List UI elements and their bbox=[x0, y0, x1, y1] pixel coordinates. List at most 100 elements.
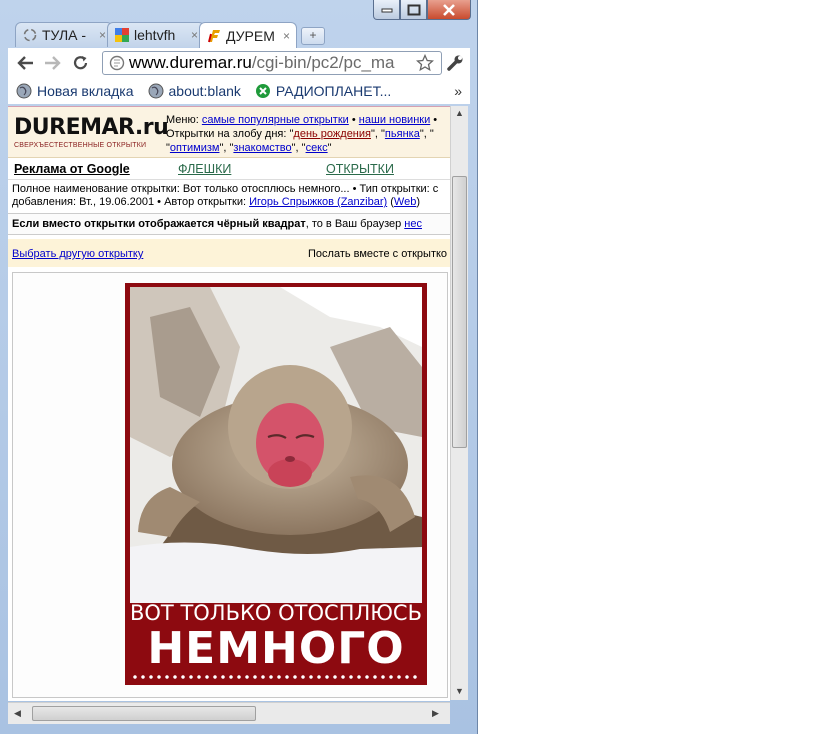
topic-sep: ", " bbox=[419, 128, 434, 140]
nav-ads-link[interactable]: Реклама от Google bbox=[14, 162, 130, 176]
postcard-image[interactable]: ВОТ ТОЛЬКО ОТОСПЛЮСЬ НЕМНОГО bbox=[125, 283, 427, 685]
site-header: DUREMAR.ru СВЕРХЪЕСТЕСТВЕННЫЕ ОТКРЫТКИ М… bbox=[8, 107, 450, 158]
star-icon bbox=[416, 54, 434, 72]
menu-separator: • bbox=[351, 114, 356, 126]
new-tab-button[interactable]: + bbox=[301, 27, 325, 45]
tab-close-icon[interactable]: × bbox=[191, 28, 198, 42]
tab-lehtvfh[interactable]: lehtvfh × bbox=[107, 22, 205, 47]
horizontal-scroll-thumb[interactable] bbox=[32, 706, 256, 721]
vertical-scrollbar[interactable]: ▲ ▼ bbox=[450, 106, 468, 700]
bookmark-label: about:blank bbox=[168, 83, 241, 99]
menu-separator: • bbox=[433, 114, 438, 126]
topic-optimism-link[interactable]: оптимизм bbox=[170, 142, 220, 154]
flash-warning: Если вместо открытки отображается чёрный… bbox=[8, 213, 450, 235]
nav-flash-link[interactable]: ФЛЕШКИ bbox=[178, 162, 231, 176]
horizontal-scrollbar[interactable]: ◀ ▶ bbox=[8, 702, 450, 724]
minimize-button[interactable] bbox=[373, 0, 400, 20]
paren-open: ( bbox=[387, 196, 394, 208]
tab-tula[interactable]: ТУЛА - × bbox=[15, 22, 113, 47]
tab-duremar[interactable]: ДУРЕМ × bbox=[199, 22, 297, 48]
send-with-card-label: Послать вместе с открытко bbox=[308, 248, 448, 260]
card-caption-top: ВОТ ТОЛЬКО ОТОСПЛЮСЬ bbox=[130, 601, 422, 625]
warning-bold: Если вместо открытки отображается чёрный… bbox=[12, 218, 306, 230]
bookmark-label: Новая вкладка bbox=[37, 83, 134, 99]
topic-sep: ", " bbox=[291, 142, 306, 154]
bookmark-about-blank[interactable]: about:blank bbox=[148, 83, 241, 99]
topic-drunk-link[interactable]: пьянка bbox=[385, 128, 420, 140]
author-link[interactable]: Игорь Спрыжков (Zanzibar) bbox=[249, 196, 387, 208]
card-caption-main: НЕМНОГО bbox=[147, 623, 405, 674]
bookmark-new-tab[interactable]: Новая вкладка bbox=[16, 83, 134, 99]
page-icon bbox=[109, 55, 125, 71]
window-controls bbox=[373, 0, 471, 20]
card-container: ВОТ ТОЛЬКО ОТОСПЛЮСЬ НЕМНОГО bbox=[12, 272, 448, 698]
scroll-down-arrow-icon[interactable]: ▼ bbox=[455, 686, 464, 696]
scroll-up-arrow-icon[interactable]: ▲ bbox=[455, 108, 464, 118]
card-dots-border bbox=[131, 675, 421, 679]
back-arrow-icon bbox=[17, 56, 33, 70]
tab-label: lehtvfh bbox=[134, 27, 176, 43]
card-date: добавления: Вт., 19.06.2001 • Автор откр… bbox=[12, 196, 250, 208]
bookmarks-overflow-button[interactable]: » bbox=[454, 83, 462, 99]
site-menu: Меню: самые популярные открытки • наши н… bbox=[166, 113, 437, 155]
topic-sep: ", " bbox=[371, 128, 385, 140]
bookmark-star-button[interactable] bbox=[414, 52, 436, 74]
vertical-scroll-thumb[interactable] bbox=[452, 176, 467, 448]
topic-dating-link[interactable]: знакомство bbox=[233, 142, 291, 154]
tab-close-icon[interactable]: × bbox=[99, 28, 106, 42]
site-nav: Реклама от Google ФЛЕШКИ ОТКРЫТКИ bbox=[8, 159, 450, 180]
wrench-icon bbox=[447, 55, 463, 71]
topic-end: " bbox=[327, 142, 332, 154]
radioplanet-icon bbox=[255, 83, 271, 99]
tab-close-icon[interactable]: × bbox=[283, 29, 290, 43]
globe-icon bbox=[148, 83, 164, 99]
warning-text: , то в Ваш браузер bbox=[305, 218, 405, 230]
card-info: Полное наименование открытки: Вот только… bbox=[12, 183, 438, 209]
back-button[interactable] bbox=[14, 52, 36, 74]
minimize-icon bbox=[381, 8, 392, 12]
author-web-link[interactable]: Web bbox=[394, 196, 416, 208]
google-icon bbox=[114, 27, 130, 43]
settings-button[interactable] bbox=[444, 52, 466, 74]
bookmarks-bar: Новая вкладка about:blank РАДИОПЛАНЕТ...… bbox=[8, 78, 470, 104]
address-bar[interactable]: www.duremar.ru/cgi-bin/pc2/pc_ma bbox=[102, 51, 442, 75]
topic-sep: ", " bbox=[219, 142, 234, 154]
menu-new-link[interactable]: наши новинки bbox=[359, 114, 430, 126]
topics-label: Открытки на злобу дня: " bbox=[166, 128, 294, 140]
topic-birthday-link[interactable]: день рождения bbox=[293, 128, 371, 140]
bookmark-label: РАДИОПЛАНЕТ... bbox=[275, 83, 392, 99]
scroll-left-arrow-icon[interactable]: ◀ bbox=[14, 708, 21, 719]
tab-label: ДУРЕМ bbox=[226, 27, 275, 44]
nav-cards-link[interactable]: ОТКРЫТКИ bbox=[326, 162, 394, 176]
url-host: www.duremar.ru bbox=[129, 53, 252, 72]
site-tagline: СВЕРХЪЕСТЕСТВЕННЫЕ ОТКРЫТКИ bbox=[14, 142, 147, 149]
close-icon bbox=[443, 3, 455, 16]
monkey-photo bbox=[130, 287, 422, 603]
browser-window: ТУЛА - × lehtvfh × ДУРЕМ × + www.duremar… bbox=[0, 0, 478, 734]
maximize-button[interactable] bbox=[400, 0, 427, 20]
menu-label: Меню: bbox=[166, 114, 199, 126]
reload-button[interactable] bbox=[70, 52, 92, 74]
url-path: /cgi-bin/pc2/pc_ma bbox=[251, 53, 395, 72]
tab-label: ТУЛА - bbox=[42, 27, 87, 43]
topic-sex-link[interactable]: секс bbox=[306, 142, 328, 154]
forward-button[interactable] bbox=[42, 52, 64, 74]
close-window-button[interactable] bbox=[427, 0, 471, 20]
warning-link[interactable]: нес bbox=[404, 218, 422, 230]
scroll-right-arrow-icon[interactable]: ▶ bbox=[432, 708, 439, 719]
bookmark-radioplanet[interactable]: РАДИОПЛАНЕТ... bbox=[255, 83, 391, 99]
globe-icon bbox=[16, 83, 32, 99]
menu-popular-link[interactable]: самые популярные открытки bbox=[202, 114, 349, 126]
forward-arrow-icon bbox=[45, 56, 61, 70]
site-logo[interactable]: DUREMAR.ru bbox=[14, 115, 169, 140]
maximize-icon bbox=[407, 4, 420, 15]
duremar-favicon bbox=[206, 28, 222, 44]
card-actions: Выбрать другую открытку Послать вместе с… bbox=[8, 239, 450, 267]
page-viewport: DUREMAR.ru СВЕРХЪЕСТЕСТВЕННЫЕ ОТКРЫТКИ М… bbox=[8, 106, 450, 701]
reload-icon bbox=[73, 56, 88, 70]
choose-another-card-link[interactable]: Выбрать другую открытку bbox=[12, 248, 143, 260]
toolbar: www.duremar.ru/cgi-bin/pc2/pc_ma bbox=[8, 48, 470, 78]
tab-strip: ТУЛА - × lehtvfh × ДУРЕМ × + bbox=[15, 22, 325, 48]
monkey-illustration bbox=[130, 287, 422, 603]
loading-icon bbox=[22, 27, 38, 43]
